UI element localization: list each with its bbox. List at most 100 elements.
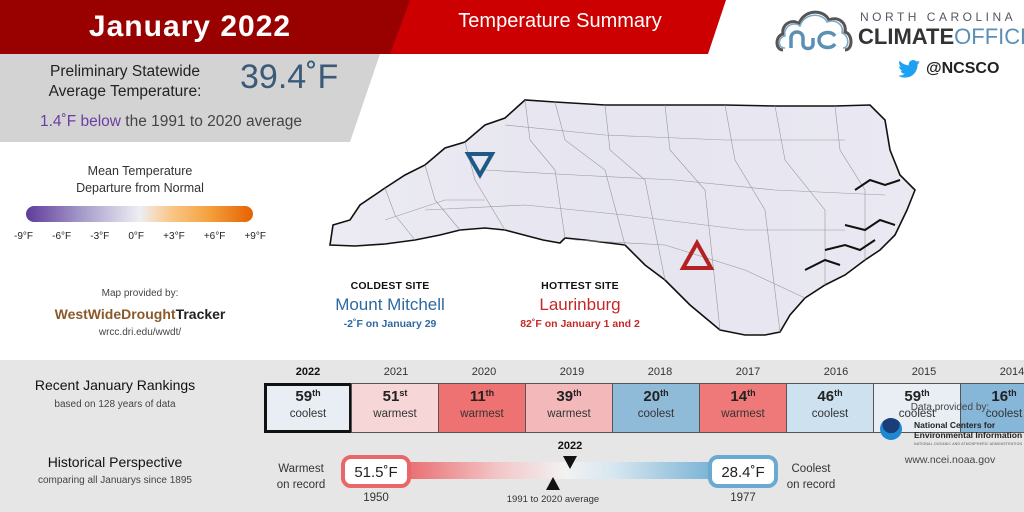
page-title: January 2022 bbox=[88, 10, 292, 43]
ranking-cell: 59th coolest bbox=[264, 383, 352, 433]
map-credit-url[interactable]: wrcc.dri.edu/wwdt/ bbox=[40, 327, 240, 338]
legend-tick: +9°F bbox=[244, 231, 266, 242]
ranking-value: 46 bbox=[817, 388, 835, 405]
ranking-label: warmest bbox=[721, 408, 765, 420]
legend-tick: -3°F bbox=[90, 231, 110, 242]
warmest-label-line-2: on record bbox=[276, 479, 326, 491]
label-line-2: Average Temperature: bbox=[48, 83, 202, 100]
coldest-site-header: COLDEST SITE bbox=[350, 280, 430, 292]
map-credit-brand: WestWideDroughtTracker bbox=[20, 306, 260, 322]
ranking-cell: 46th coolest bbox=[786, 383, 874, 433]
rankings-title: Recent January Rankings bbox=[34, 377, 196, 393]
brand-part-2: Tracker bbox=[175, 306, 226, 322]
hottest-site-header: HOTTEST SITE bbox=[541, 280, 619, 292]
legend-tick: -9°F bbox=[14, 231, 33, 242]
ranking-number: 59th bbox=[267, 388, 349, 405]
ranking-label: coolest bbox=[637, 408, 675, 420]
statewide-average-label: Preliminary Statewide Average Temperatur… bbox=[30, 62, 220, 102]
ranking-cell: 39th warmest bbox=[525, 383, 613, 433]
logo-line-2: CLIMATEOFFICE bbox=[858, 24, 1024, 50]
legend-color-bar bbox=[26, 206, 253, 222]
ranking-year: 2019 bbox=[559, 366, 585, 378]
current-year-marker-icon bbox=[563, 456, 577, 469]
ranking-suffix: th bbox=[312, 388, 321, 398]
hottest-site: HOTTEST SITE Laurinburg 82˚F on January … bbox=[490, 280, 670, 330]
ranking-year: 2020 bbox=[471, 366, 497, 378]
data-source-label: Data provided by: bbox=[910, 402, 990, 413]
ranking-label: coolest bbox=[289, 408, 327, 420]
departure-value: 1.4˚F below bbox=[40, 113, 121, 130]
historical-subtitle: comparing all Januarys since 1895 bbox=[38, 475, 192, 486]
warmest-label: Warmest on record bbox=[270, 461, 332, 493]
data-source-name-line-2: Environmental Information bbox=[914, 430, 1023, 440]
logo-line-1: NORTH CAROLINA bbox=[860, 10, 1017, 24]
label-line-1: Preliminary Statewide bbox=[50, 63, 200, 80]
departure-text: 1.4˚F below the 1991 to 2020 average bbox=[40, 113, 302, 131]
data-source-name: National Centers for Environmental Infor… bbox=[914, 420, 1022, 440]
hottest-site-name: Laurinburg bbox=[539, 295, 621, 314]
logo-climate: CLIMATE bbox=[858, 24, 955, 49]
rankings-subtitle: based on 128 years of data bbox=[54, 399, 176, 410]
coldest-site-name: Mount Mitchell bbox=[335, 295, 445, 314]
ranking-suffix: th bbox=[485, 388, 495, 398]
ranking-value: 20 bbox=[643, 388, 661, 405]
departure-rest: the 1991 to 2020 average bbox=[120, 113, 302, 130]
historical-title: Historical Perspective bbox=[47, 454, 183, 470]
coolest-label-line-1: Coolest bbox=[791, 463, 831, 475]
ranking-number: 46th bbox=[787, 388, 873, 405]
ranking-cell: 51st warmest bbox=[351, 383, 439, 433]
warmest-record-value: 51.5˚F bbox=[341, 455, 411, 488]
ranking-value: 59 bbox=[295, 388, 313, 405]
legend-tick: 0°F bbox=[128, 231, 145, 242]
logo-office: OFFICE bbox=[954, 24, 1024, 49]
ranking-suffix: th bbox=[573, 388, 582, 398]
ranking-cell: 11th warmest bbox=[438, 383, 526, 433]
legend-ticks: -9°F -6°F -3°F 0°F +3°F +6°F +9°F bbox=[14, 231, 266, 242]
legend-title: Mean Temperature Departure from Normal bbox=[60, 163, 220, 197]
statewide-average-value: 39.4˚F bbox=[240, 58, 339, 96]
legend-tick: -6°F bbox=[52, 231, 72, 242]
legend-tick: +3°F bbox=[163, 231, 185, 242]
page-subtitle: Temperature Summary bbox=[458, 10, 662, 32]
ranking-label: warmest bbox=[460, 408, 504, 420]
legend-tick: +6°F bbox=[203, 231, 226, 242]
ranking-suffix: th bbox=[1008, 388, 1017, 398]
twitter-handle: @NCSCO bbox=[926, 60, 1000, 77]
twitter-bird-icon bbox=[898, 60, 920, 78]
ranking-suffix: th bbox=[921, 388, 930, 398]
warmest-label-line-1: Warmest bbox=[278, 463, 324, 475]
twitter-link[interactable]: @NCSCO bbox=[898, 60, 999, 78]
map-credit-label: Map provided by: bbox=[101, 288, 179, 299]
ranking-year: 2014 bbox=[999, 366, 1024, 378]
ranking-suffix: th bbox=[747, 388, 756, 398]
ranking-value: 14 bbox=[730, 388, 748, 405]
coldest-site-detail: -2˚F on January 29 bbox=[343, 318, 437, 330]
ranking-suffix: th bbox=[660, 388, 669, 398]
brand-part-1: WestWideDrought bbox=[54, 306, 176, 322]
ranking-number: 51st bbox=[352, 388, 438, 405]
ranking-cell: 14th warmest bbox=[699, 383, 787, 433]
coolest-label: Coolest on record bbox=[780, 461, 842, 493]
ranking-value: 39 bbox=[556, 388, 574, 405]
ranking-value: 51 bbox=[382, 388, 400, 405]
ranking-label: coolest bbox=[811, 408, 849, 420]
ranking-label: warmest bbox=[373, 408, 417, 420]
coolest-label-line-2: on record bbox=[786, 479, 836, 491]
ranking-year: 2016 bbox=[823, 366, 849, 378]
hottest-site-detail: 82˚F on January 1 and 2 bbox=[520, 318, 640, 330]
legend-title-line-2: Departure from Normal bbox=[76, 181, 204, 195]
ranking-suffix: st bbox=[399, 388, 408, 398]
average-marker-icon bbox=[546, 477, 560, 490]
ranking-value: 11 bbox=[469, 388, 486, 405]
coolest-record-year: 1977 bbox=[730, 492, 756, 504]
ranking-number: 39th bbox=[526, 388, 612, 405]
ranking-year: 2021 bbox=[383, 366, 409, 378]
data-source-url[interactable]: www.ncei.noaa.gov bbox=[880, 454, 1020, 466]
data-source-subtitle: NATIONAL OCEANIC AND ATMOSPHERIC ADMINIS… bbox=[914, 442, 1023, 446]
coldest-site: COLDEST SITE Mount Mitchell -2˚F on Janu… bbox=[300, 280, 480, 330]
legend-title-line-1: Mean Temperature bbox=[87, 164, 193, 178]
average-label: 1991 to 2020 average bbox=[506, 494, 600, 505]
ranking-year: 2018 bbox=[647, 366, 673, 378]
ranking-year: 2017 bbox=[735, 366, 761, 378]
ranking-label: warmest bbox=[547, 408, 591, 420]
